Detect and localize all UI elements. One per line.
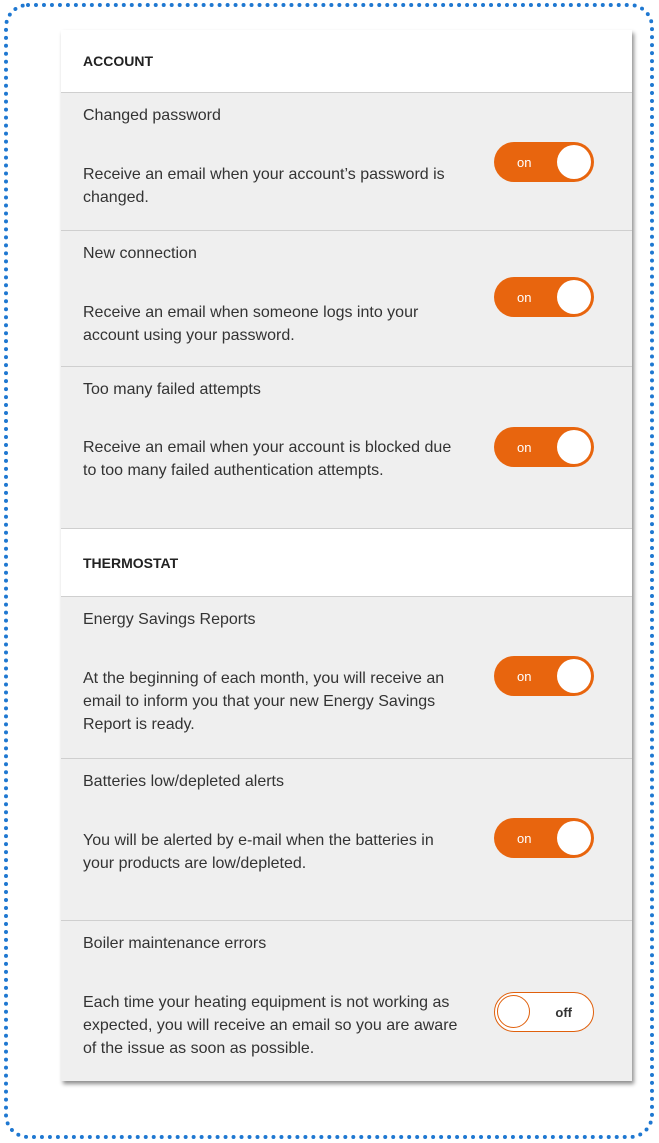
notification-settings-panel: ACCOUNT Changed password Receive an emai… (61, 30, 632, 1081)
failed-attempts-toggle[interactable]: on (494, 427, 594, 467)
toggle-knob (497, 995, 530, 1028)
toggle-knob (557, 821, 591, 855)
toggle-state-label: off (555, 1004, 572, 1020)
setting-description: At the beginning of each month, you will… (83, 670, 445, 733)
setting-description: Receive an email when your account’s pas… (83, 166, 445, 206)
section-header-thermostat: THERMOSTAT (61, 529, 632, 597)
boiler-maintenance-toggle[interactable]: off (494, 992, 594, 1032)
setting-title: Energy Savings Reports (83, 611, 256, 628)
setting-title: Batteries low/depleted alerts (83, 773, 284, 790)
setting-failed-attempts: Too many failed attempts Receive an emai… (61, 367, 632, 529)
toggle-state-label: on (517, 154, 532, 170)
setting-title: Too many failed attempts (83, 381, 261, 398)
setting-description: You will be alerted by e-mail when the b… (83, 832, 434, 872)
setting-description: Receive an email when your account is bl… (83, 439, 452, 479)
new-connection-toggle[interactable]: on (494, 277, 594, 317)
setting-changed-password: Changed password Receive an email when y… (61, 93, 632, 231)
toggle-state-label: on (517, 830, 532, 846)
toggle-knob (557, 145, 591, 179)
setting-boiler-maintenance: Boiler maintenance errors Each time your… (61, 921, 632, 1084)
section-header-account: ACCOUNT (61, 30, 632, 93)
energy-savings-toggle[interactable]: on (494, 656, 594, 696)
toggle-knob (557, 659, 591, 693)
setting-energy-savings-reports: Energy Savings Reports At the beginning … (61, 597, 632, 759)
changed-password-toggle[interactable]: on (494, 142, 594, 182)
setting-batteries-alerts: Batteries low/depleted alerts You will b… (61, 759, 632, 921)
setting-description: Receive an email when someone logs into … (83, 304, 419, 344)
setting-new-connection: New connection Receive an email when som… (61, 231, 632, 367)
toggle-state-label: on (517, 439, 532, 455)
setting-description: Each time your heating equipment is not … (83, 994, 458, 1057)
toggle-state-label: on (517, 289, 532, 305)
setting-title: Boiler maintenance errors (83, 935, 267, 952)
batteries-alerts-toggle[interactable]: on (494, 818, 594, 858)
section-title: ACCOUNT (83, 53, 153, 69)
setting-title: Changed password (83, 107, 221, 124)
setting-title: New connection (83, 245, 197, 262)
toggle-state-label: on (517, 668, 532, 684)
section-title: THERMOSTAT (83, 554, 179, 571)
toggle-knob (557, 280, 591, 314)
toggle-knob (557, 430, 591, 464)
